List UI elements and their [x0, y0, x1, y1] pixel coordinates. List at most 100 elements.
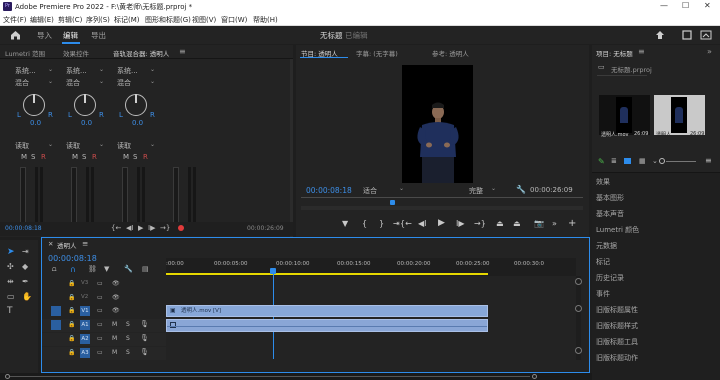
channel3-volume-fader[interactable]: [122, 167, 128, 227]
extract-icon[interactable]: ⏏: [513, 219, 521, 228]
solo-button[interactable]: S: [31, 153, 35, 161]
tab-effect-controls[interactable]: 效果控件: [63, 48, 89, 58]
mute-track-button[interactable]: M: [112, 349, 117, 356]
solo-button[interactable]: S: [133, 153, 137, 161]
panel-essential-sound[interactable]: 基本声音: [596, 209, 624, 219]
close-icon[interactable]: ✕: [48, 240, 53, 248]
mute-track-button[interactable]: M: [112, 335, 117, 342]
channel3-send[interactable]: 系统...: [117, 66, 138, 76]
home-icon[interactable]: [10, 30, 21, 40]
microphone-icon[interactable]: 🎙: [140, 348, 149, 356]
timeline-horizontal-scrollbar[interactable]: [0, 373, 592, 380]
mark-out-icon[interactable]: }: [379, 219, 384, 228]
tab-import[interactable]: 导入: [37, 30, 52, 41]
sync-lock-icon[interactable]: ▭: [97, 280, 103, 287]
work-area-bar[interactable]: [166, 273, 488, 275]
wrench-icon[interactable]: 🔧: [124, 265, 133, 273]
track-label[interactable]: V1: [80, 306, 90, 316]
tab-reference[interactable]: 参考: 透明人: [432, 48, 469, 58]
solo-track-button[interactable]: S: [126, 335, 130, 342]
menu-help[interactable]: 帮助(H): [253, 15, 278, 25]
channel1-read[interactable]: 读取: [15, 141, 29, 151]
sync-lock-icon[interactable]: ▭: [97, 349, 103, 356]
channel2-read[interactable]: 读取: [66, 141, 80, 151]
panel-menu-icon[interactable]: ≡: [705, 156, 712, 165]
audio-clip[interactable]: [166, 319, 488, 332]
sync-lock-icon[interactable]: ▭: [97, 335, 103, 342]
panel-legacy-title-tools[interactable]: 旧版标题工具: [596, 337, 638, 347]
scroll-handle[interactable]: [532, 374, 537, 379]
panel-menu-icon[interactable]: ≡: [82, 239, 88, 248]
step-forward-icon[interactable]: I▶: [148, 224, 155, 232]
panel-metadata[interactable]: 元数据: [596, 241, 617, 251]
eye-icon[interactable]: 👁: [112, 307, 120, 314]
record-icon[interactable]: [178, 225, 184, 231]
microphone-icon[interactable]: 🎙: [140, 320, 149, 328]
panel-events[interactable]: 事件: [596, 289, 610, 299]
lift-icon[interactable]: ⏏: [496, 219, 504, 228]
go-to-out-icon[interactable]: →}: [160, 224, 170, 232]
clear-marks-icon[interactable]: ⇥: [393, 219, 400, 228]
eye-icon[interactable]: 👁: [112, 294, 120, 301]
step-forward-icon[interactable]: I▶: [456, 219, 465, 228]
tab-edit[interactable]: 编辑: [63, 30, 78, 41]
list-view-icon[interactable]: ≣: [611, 157, 617, 165]
scroll-handle[interactable]: [575, 347, 582, 354]
menu-clip[interactable]: 剪辑(C): [58, 15, 82, 25]
go-to-out-icon[interactable]: →}: [474, 219, 486, 228]
monitor-playhead[interactable]: [390, 200, 395, 205]
record-button[interactable]: R: [41, 153, 46, 161]
lock-icon[interactable]: 🔒: [68, 335, 75, 342]
mute-button[interactable]: M: [72, 153, 78, 161]
master-volume-fader[interactable]: [173, 167, 179, 227]
eye-icon[interactable]: 👁: [112, 280, 120, 287]
quality-dropdown[interactable]: 完整: [469, 186, 483, 196]
timeline-sequence-tab[interactable]: 透明人: [57, 240, 77, 250]
panel-menu-icon[interactable]: ≡: [179, 47, 186, 56]
scroll-handle[interactable]: [575, 305, 582, 312]
program-timecode[interactable]: 00:00:08:18: [306, 186, 352, 195]
minimize-icon[interactable]: —: [660, 1, 668, 10]
mute-track-button[interactable]: M: [112, 321, 117, 328]
menu-sequence[interactable]: 序列(S): [86, 15, 110, 25]
channel2-volume-fader[interactable]: [71, 167, 77, 227]
step-back-icon[interactable]: ◀I: [418, 219, 427, 228]
mute-button[interactable]: M: [123, 153, 129, 161]
search-field[interactable]: [597, 75, 647, 76]
hand-tool-icon[interactable]: ✋: [22, 292, 32, 301]
expand-panel-icon[interactable]: »: [707, 47, 712, 56]
menu-file[interactable]: 文件(F): [3, 15, 27, 25]
ripple-edit-tool-icon[interactable]: ✣: [7, 262, 14, 271]
menu-graphics[interactable]: 图形和标题(G): [145, 15, 191, 25]
project-item-thumbnail-sequence[interactable]: [654, 95, 705, 135]
sync-lock-icon[interactable]: ▭: [97, 294, 103, 301]
source-patch-a1[interactable]: [51, 320, 61, 330]
panel-lumetri-color[interactable]: Lumetri 颜色: [596, 225, 639, 235]
panel-legacy-title-styles[interactable]: 旧版标题样式: [596, 321, 638, 331]
project-item-thumbnail-mov[interactable]: [599, 95, 650, 135]
sync-lock-icon[interactable]: ▭: [97, 307, 103, 314]
tab-captions[interactable]: 字幕: (无字幕): [356, 48, 398, 58]
video-clip[interactable]: ▣ 透明人.mov [V]: [166, 305, 488, 317]
maximize-icon[interactable]: ☐: [682, 1, 689, 10]
tab-export[interactable]: 导出: [91, 30, 106, 41]
channel1-pan-knob[interactable]: [23, 94, 45, 116]
quick-export-icon[interactable]: [655, 30, 665, 40]
channel2-mode[interactable]: 混合: [66, 78, 80, 88]
sort-icon[interactable]: ⌄: [652, 157, 658, 165]
snap-icon[interactable]: ⩍: [52, 265, 57, 274]
solo-track-button[interactable]: S: [126, 321, 130, 328]
captions-icon[interactable]: ▤: [142, 265, 149, 273]
panel-legacy-title-properties[interactable]: 旧版标题属性: [596, 305, 638, 315]
tab-lumetri-scopes[interactable]: Lumetri 范围: [5, 48, 45, 58]
fit-dropdown[interactable]: 适合: [363, 186, 377, 196]
zoom-slider-handle[interactable]: [659, 158, 665, 164]
menu-edit[interactable]: 编辑(E): [30, 15, 54, 25]
lock-icon[interactable]: 🔒: [68, 349, 75, 356]
source-patch-v1[interactable]: [51, 306, 61, 316]
add-button-icon[interactable]: +: [568, 218, 576, 229]
lock-icon[interactable]: 🔒: [68, 307, 75, 314]
track-label[interactable]: A2: [80, 334, 90, 344]
channel2-send[interactable]: 系统...: [66, 66, 87, 76]
panel-effects[interactable]: 效果: [596, 177, 610, 187]
